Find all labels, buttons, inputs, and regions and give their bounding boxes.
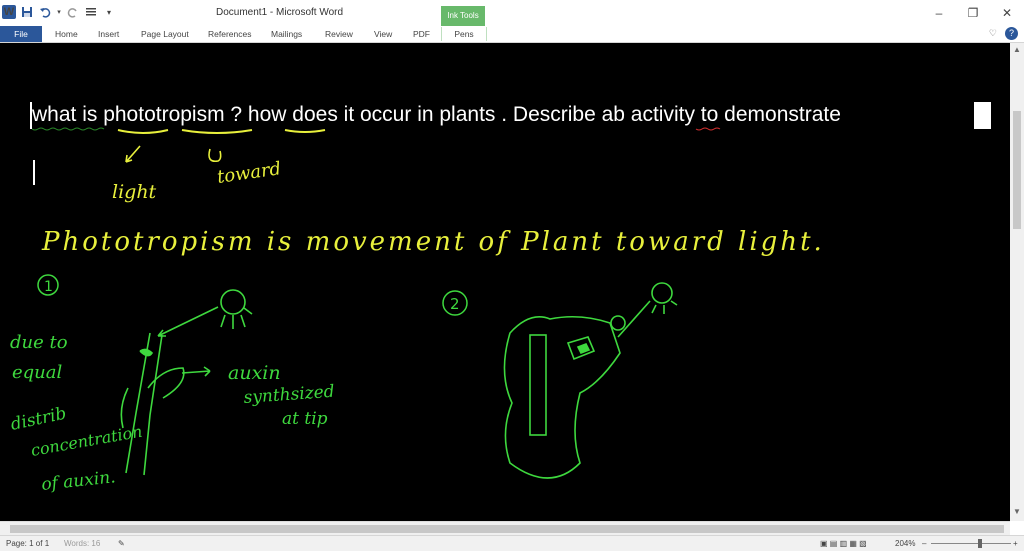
tab-insert[interactable]: Insert [98,27,119,41]
ink-two: 2 [450,295,460,313]
collapse-ribbon-icon[interactable]: ♡ [989,28,997,39]
horizontal-scrollbar[interactable] [0,521,1010,536]
document-canvas[interactable]: what is phototropism ? how does it occur… [0,43,1010,521]
zoom-level[interactable]: 204% [895,539,915,548]
view-buttons[interactable]: ▣ ▤ ▥ ▦ ▧ [820,539,867,548]
ink-layer: light toward Phototropism is movement of… [9,127,825,495]
ink-toward: toward [216,158,283,188]
undo-dropdown-icon[interactable]: ▾ [56,5,62,19]
window-controls: – ❐ ✕ [922,0,1024,26]
restore-button[interactable]: ❐ [956,0,990,26]
ink-one: 1 [44,279,53,295]
scroll-thumb[interactable] [1013,111,1021,229]
quick-access-toolbar: W ▾ ▾ [2,5,116,19]
minimize-button[interactable]: – [922,0,956,26]
ink-of-auxin: of auxin. [40,467,116,495]
ink-equal: equal [12,362,62,383]
ribbon-right-controls: ♡ ? [989,27,1018,40]
vertical-scrollbar[interactable]: ▲ ▼ [1010,43,1024,521]
paragraph-icon[interactable] [84,5,98,19]
help-icon[interactable]: ? [1005,27,1018,40]
zoom-in-button[interactable]: + [1013,539,1018,548]
arrow-to-toward [208,148,222,163]
word-logo-icon[interactable]: W [2,5,16,19]
ink-light: light [112,181,157,203]
save-icon[interactable] [20,5,34,19]
tab-references[interactable]: References [208,27,251,41]
ink-at-tip: at tip [282,409,328,429]
word-count[interactable]: Words: 16 [64,539,100,548]
zoom-out-button[interactable]: – [922,539,926,548]
spelling-squiggle [695,127,721,131]
window-title: Document1 - Microsoft Word [216,7,344,18]
underline-tropism [181,129,253,134]
ink-auxin: auxin [228,362,281,384]
scroll-up-icon[interactable]: ▲ [1010,45,1024,54]
ink-synthesized: synthsized [243,382,335,408]
ink-distrib: distrib [9,404,68,435]
customize-qat-icon[interactable]: ▾ [102,5,116,19]
arrow-to-light [125,145,141,163]
ink-tools-label: Ink Tools [441,6,485,26]
undo-icon[interactable] [38,5,52,19]
tab-pdf[interactable]: PDF [413,27,430,41]
underline-how [284,129,326,133]
status-bar: Page: 1 of 1 Words: 16 ✎ ▣ ▤ ▥ ▦ ▧ 204% … [0,535,1024,551]
zoom-slider-thumb[interactable] [978,539,982,548]
tab-mailings[interactable]: Mailings [271,27,302,41]
scroll-down-icon[interactable]: ▼ [1010,507,1024,516]
proofing-icon[interactable]: ✎ [118,539,125,548]
underline-photo [117,129,169,134]
close-button[interactable]: ✕ [990,0,1024,26]
ink-definition: Phototropism is movement of Plant toward… [41,227,825,257]
page-count[interactable]: Page: 1 of 1 [6,539,49,548]
grammar-squiggle [31,127,105,131]
diagram-two [503,282,678,479]
tab-pens[interactable]: Pens [441,27,487,41]
zoom-slider[interactable] [931,543,1011,544]
ink-due-to: due to [10,332,68,353]
tab-page-layout[interactable]: Page Layout [141,27,189,41]
hscroll-thumb[interactable] [10,525,1004,533]
title-bar: W ▾ ▾ Document1 - Microsoft Word Ink Too… [0,0,1024,26]
redo-icon[interactable] [66,5,80,19]
diagram-one-labels: due to equal distrib concentration of au… [9,332,335,495]
tab-file[interactable]: File [0,26,42,42]
tab-view[interactable]: View [374,27,392,41]
ribbon-tabs: File Home Insert Page Layout References … [0,26,1024,43]
tab-review[interactable]: Review [325,27,353,41]
tab-home[interactable]: Home [55,27,78,41]
